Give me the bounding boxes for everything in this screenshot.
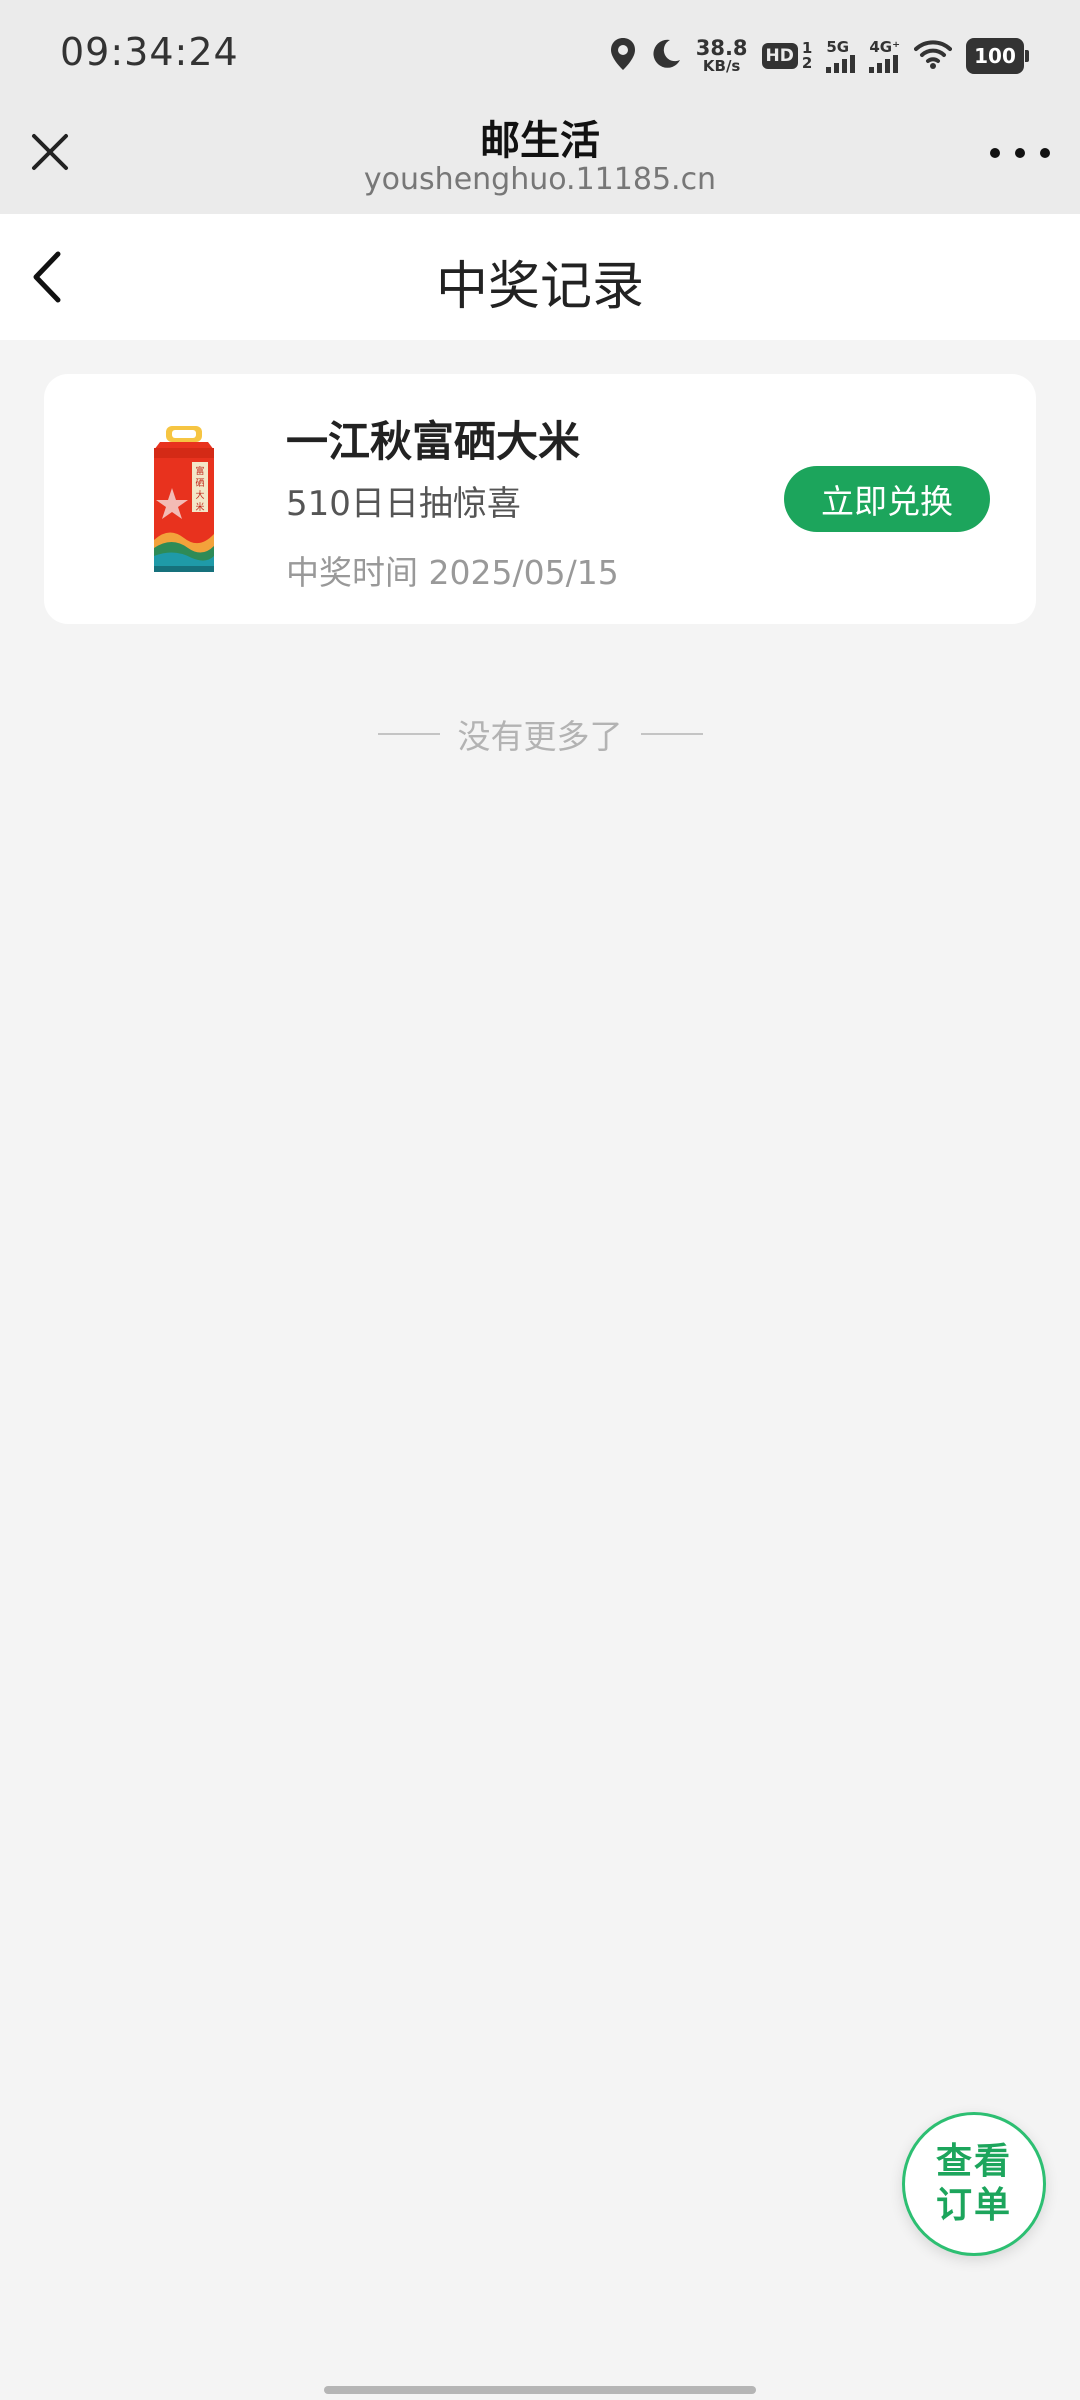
redeem-now-button[interactable]: 立即兑换 — [784, 466, 990, 532]
location-icon — [610, 37, 636, 75]
prize-record-card[interactable]: 富 硒 大 米 一江秋富硒大米 510日日抽惊喜 中奖时间 2025/05/15… — [44, 374, 1036, 624]
more-dot-icon — [1040, 148, 1050, 158]
prize-name: 一江秋富硒大米 — [286, 417, 581, 466]
hd-sim-bottom: 2 — [801, 54, 813, 72]
rice-bag-label-1: 富 — [195, 465, 204, 477]
rice-bag-image: 富 硒 大 米 — [114, 422, 254, 582]
prize-win-time: 中奖时间 2025/05/15 — [286, 553, 619, 592]
more-options-button[interactable] — [990, 138, 1050, 168]
hd-icon: HD — [761, 43, 798, 69]
status-icons: 38.8 KB/s HD 1 2 5G 4G⁺ 100 — [610, 34, 1029, 78]
view-orders-button[interactable]: 查看 订单 — [902, 2112, 1046, 2256]
view-orders-label-line1: 查看 — [935, 2141, 1012, 2182]
signal-5g-icon: 5G — [826, 37, 856, 73]
signal-5g-label: 5G — [826, 37, 850, 56]
page-nav-bar: 中奖记录 — [0, 214, 1080, 340]
rice-bag-label-2: 硒 — [195, 478, 204, 489]
signal-4g-icon: 4G⁺ — [869, 37, 900, 73]
prize-activity: 510日日抽惊喜 — [286, 484, 521, 524]
list-end-indicator: 没有更多了 — [0, 710, 1080, 758]
browser-header: 邮生活 youshenghuo.11185.cn — [0, 108, 1080, 214]
signal-4g-label: 4G⁺ — [869, 37, 900, 56]
page-title: 中奖记录 — [435, 257, 644, 317]
status-bar: 09:34:24 38.8 KB/s HD 1 2 5G 4G⁺ 100 — [0, 0, 1080, 108]
network-speed-unit: KB/s — [702, 57, 741, 75]
status-time: 09:34:24 — [60, 30, 239, 74]
rice-bag-label-3: 大 — [195, 489, 204, 501]
browser-url: youshenghuo.11185.cn — [363, 162, 717, 197]
view-orders-label-line2: 订单 — [935, 2185, 1012, 2226]
no-more-text: 没有更多了 — [457, 717, 623, 756]
hd-sim-indicator: 1 2 — [802, 41, 812, 71]
network-speed-value: 38.8 — [695, 36, 748, 60]
more-dot-icon — [1015, 148, 1025, 158]
browser-title: 邮生活 — [480, 118, 600, 164]
wifi-icon — [914, 39, 952, 73]
network-speed: 38.8 KB/s — [696, 38, 748, 74]
divider-line-right — [640, 733, 703, 735]
divider-line-left — [377, 733, 440, 735]
moon-icon — [650, 38, 682, 74]
home-indicator[interactable] — [324, 2386, 756, 2394]
more-dot-icon — [990, 148, 1000, 158]
battery-icon: 100 — [966, 38, 1029, 74]
rice-bag-label-4: 米 — [195, 501, 204, 513]
